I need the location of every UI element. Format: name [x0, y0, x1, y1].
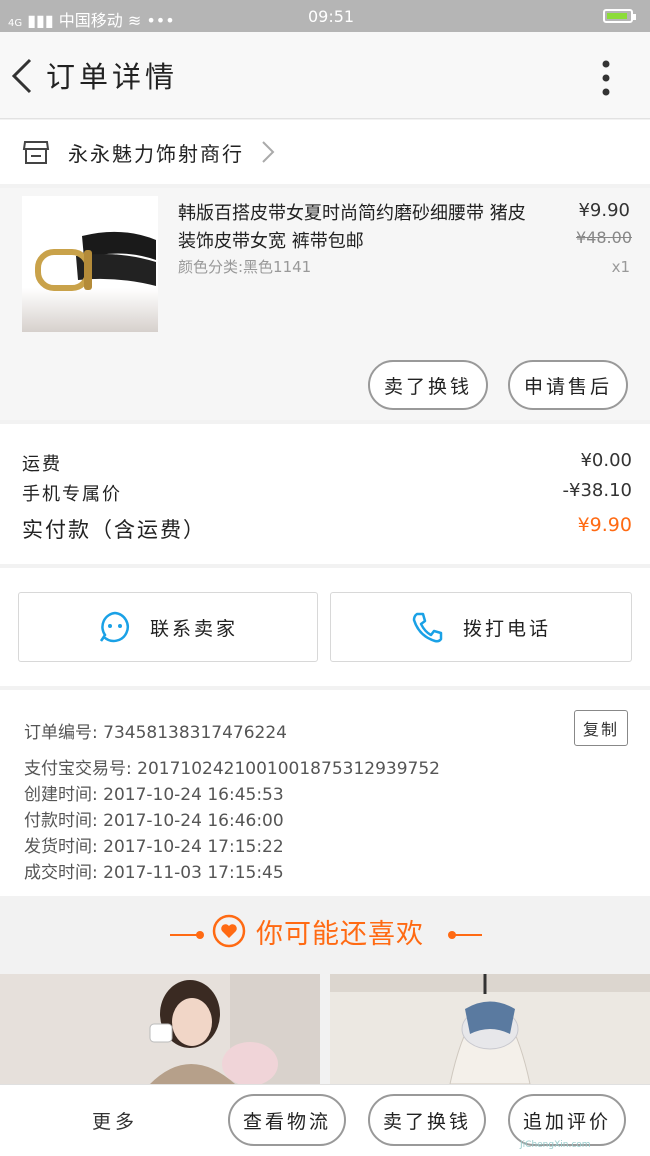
chevron-right-icon: [262, 141, 275, 163]
order-number: 订单编号: 73458138317476224: [24, 723, 288, 743]
divider-right: [452, 934, 482, 936]
alipay-number: 支付宝交易号: 2017102421001001875312939752: [24, 759, 440, 779]
shipping-label: 运费: [22, 454, 62, 475]
shipping-row: 运费 ¥0.00: [22, 450, 632, 480]
total-row: 实付款（含运费） ¥9.90: [22, 514, 632, 544]
view-logistics-button[interactable]: 查看物流: [228, 1094, 346, 1146]
phone-icon: [412, 612, 443, 643]
fee-summary: 运费 ¥0.00 手机专属价 -¥38.10 实付款（含运费） ¥9.90: [0, 424, 650, 564]
mobile-price-label: 手机专属价: [22, 484, 122, 505]
apply-after-sale-button[interactable]: 申请售后: [508, 360, 628, 410]
watermark: JiChengXin.com: [520, 1140, 591, 1150]
product-original-price: ¥48.00: [576, 228, 632, 247]
product-price: ¥9.90: [578, 200, 630, 221]
back-button[interactable]: [8, 56, 42, 96]
store-icon: [22, 141, 50, 164]
shop-name: 永永魅力饰射商行: [68, 142, 244, 166]
page-title: 订单详情: [46, 60, 179, 94]
status-bar: 4G ▮▮▮ 中国移动 ≋ ••• 09:51: [0, 0, 650, 32]
recommend-header: 你可能还喜欢: [0, 900, 650, 970]
sell-for-cash-bottom-button[interactable]: 卖了换钱: [368, 1094, 486, 1146]
total-value: ¥9.90: [577, 514, 632, 536]
status-time: 09:51: [308, 7, 355, 26]
product-title[interactable]: 韩版百搭皮带女夏时尚简约磨砂细腰带 猪皮装饰皮带女宽 裤带包邮: [178, 200, 538, 256]
add-review-button[interactable]: 追加评价: [508, 1094, 626, 1146]
heart-icon: [212, 914, 246, 948]
order-info: 订单编号: 73458138317476224 复制 支付宝交易号: 20171…: [0, 690, 650, 896]
contact-seller-label: 联系卖家: [149, 617, 238, 640]
shop-row[interactable]: 永永魅力饰射商行: [0, 120, 650, 184]
sell-for-cash-button[interactable]: 卖了换钱: [368, 360, 488, 410]
more-menu-button[interactable]: [590, 58, 622, 98]
total-label: 实付款（含运费）: [22, 518, 206, 542]
battery-icon: [603, 9, 636, 23]
chat-bubble-icon: [99, 611, 129, 643]
product-quantity: x1: [611, 258, 630, 276]
shipping-value: ¥0.00: [580, 450, 632, 471]
signal-icon: ▮▮▮: [27, 11, 54, 30]
paid-time: 付款时间: 2017-10-24 16:46:00: [24, 811, 284, 831]
status-more: •••: [146, 11, 175, 30]
more-actions-link[interactable]: 更多: [92, 1107, 138, 1134]
recommend-title: 你可能还喜欢: [256, 919, 424, 950]
contact-section: 联系卖家 拨打电话: [0, 568, 650, 686]
call-phone-label: 拨打电话: [462, 617, 551, 640]
copy-button[interactable]: 复制: [574, 710, 628, 746]
recommend-image: [0, 974, 320, 1084]
more-vertical-icon: [602, 60, 610, 96]
product-variant: 颜色分类:黑色1141: [178, 258, 312, 276]
status-left: 4G ▮▮▮ 中国移动 ≋ •••: [8, 7, 175, 31]
completed-time: 成交时间: 2017-11-03 17:15:45: [24, 863, 284, 883]
shipped-time: 发货时间: 2017-10-24 17:15:22: [24, 837, 284, 857]
recommend-image: [330, 974, 650, 1084]
product-image[interactable]: [22, 196, 158, 332]
wifi-icon: ≋: [127, 11, 142, 30]
chevron-left-icon: [11, 58, 32, 94]
recommend-card[interactable]: [330, 974, 650, 1084]
carrier-name: 中国移动: [58, 11, 123, 30]
recommend-card[interactable]: [0, 974, 320, 1084]
divider-dot-left: [196, 931, 204, 939]
network-badge: 4G: [8, 18, 23, 29]
mobile-price-row: 手机专属价 -¥38.10: [22, 480, 632, 510]
call-phone-button[interactable]: 拨打电话: [330, 592, 632, 662]
contact-seller-button[interactable]: 联系卖家: [18, 592, 318, 662]
mobile-price-value: -¥38.10: [562, 480, 632, 501]
created-time: 创建时间: 2017-10-24 16:45:53: [24, 785, 284, 805]
nav-header: 订单详情: [0, 32, 650, 119]
belt-image: [22, 196, 158, 332]
product-item: 韩版百搭皮带女夏时尚简约磨砂细腰带 猪皮装饰皮带女宽 裤带包邮 颜色分类:黑色1…: [0, 188, 650, 420]
